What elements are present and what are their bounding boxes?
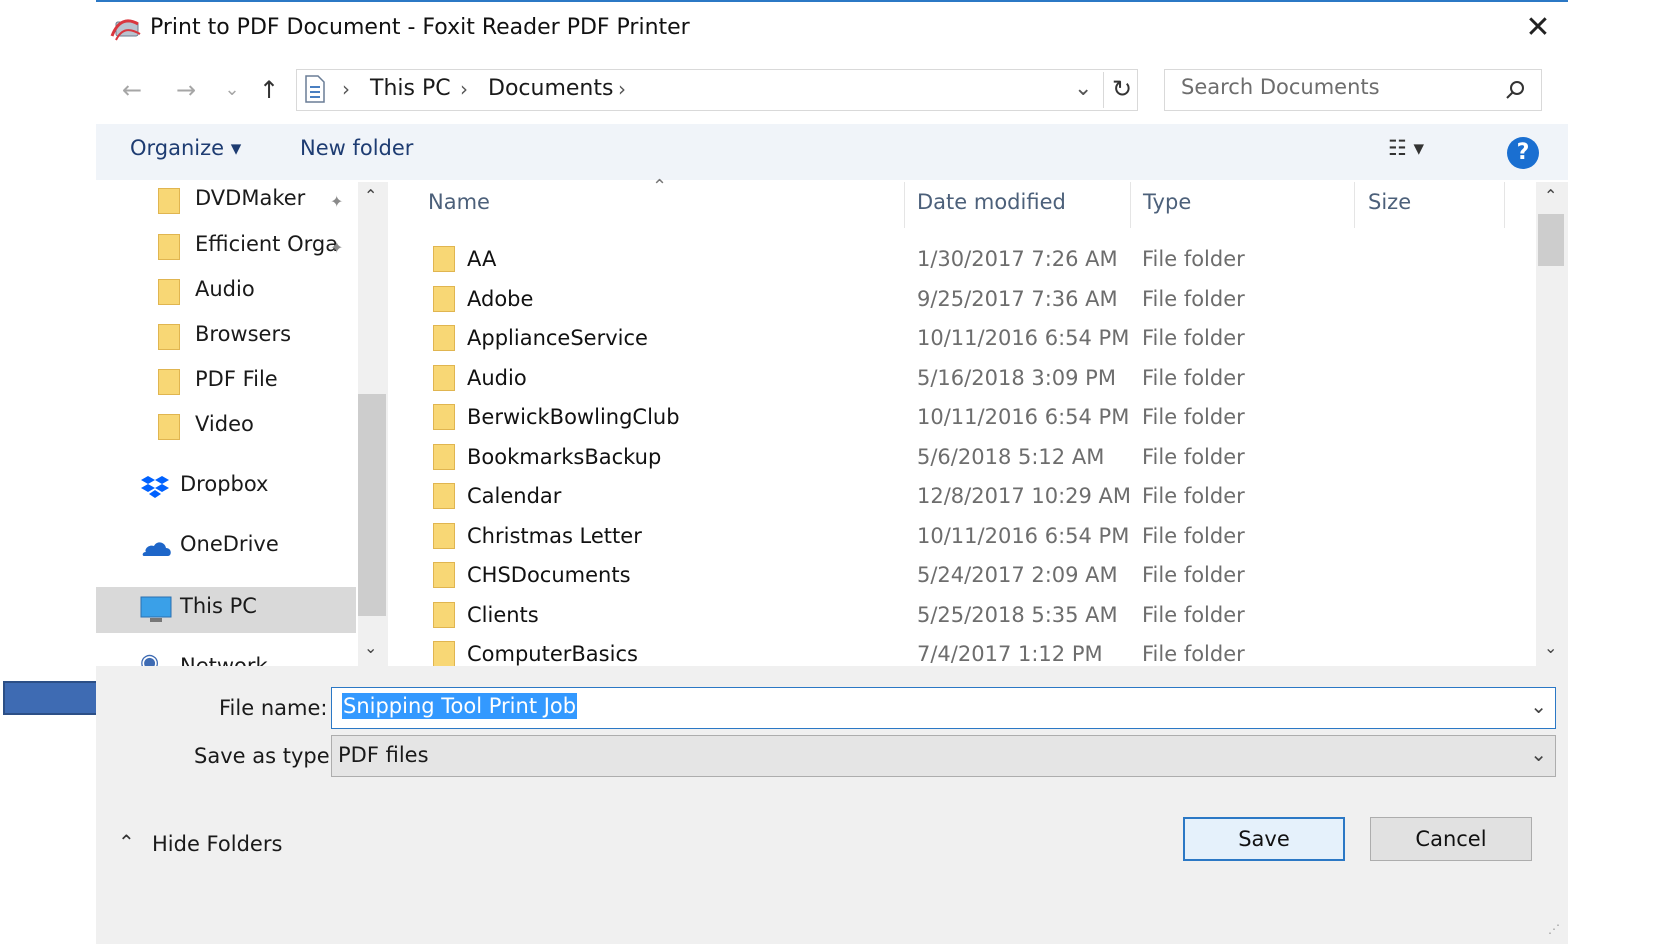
breadcrumb-separator: › <box>342 77 350 101</box>
nav-pane-scrollbar[interactable]: ⌃ ⌄ <box>358 182 388 666</box>
table-row[interactable]: AA 1/30/2017 7:26 AM File folder <box>390 240 1536 280</box>
column-divider[interactable] <box>1504 182 1505 228</box>
breadcrumb-this-pc[interactable]: This PC <box>370 72 451 106</box>
file-list: AA 1/30/2017 7:26 AM File folder Adobe 9… <box>390 240 1536 666</box>
view-options-icon[interactable]: ☷ ▾ <box>1388 136 1424 160</box>
column-header-size[interactable]: Size <box>1368 190 1411 214</box>
folder-icon <box>433 404 455 430</box>
help-icon[interactable]: ? <box>1507 137 1539 169</box>
address-divider <box>1103 72 1104 108</box>
column-header-date-modified[interactable]: Date modified <box>917 190 1066 214</box>
organize-button[interactable]: Organize ▾ <box>130 136 241 160</box>
table-row[interactable]: Calendar 12/8/2017 10:29 AM File folder <box>390 477 1536 517</box>
breadcrumb-separator[interactable]: › <box>618 72 626 106</box>
address-dropdown-icon[interactable]: ⌄ <box>1074 72 1092 106</box>
chevron-down-icon[interactable]: ⌄ <box>1530 742 1547 766</box>
sort-ascending-icon: ⌃ <box>652 176 668 197</box>
computer-icon <box>140 596 172 622</box>
folder-icon <box>158 279 180 305</box>
column-divider[interactable] <box>904 182 905 228</box>
table-row[interactable]: BerwickBowlingClub 10/11/2016 6:54 PM Fi… <box>390 398 1536 438</box>
scroll-down-icon[interactable]: ⌄ <box>1544 638 1557 657</box>
table-row[interactable]: Audio 5/16/2018 3:09 PM File folder <box>390 359 1536 399</box>
save-as-type-label: Save as type: <box>194 744 337 768</box>
folder-icon <box>433 602 455 628</box>
navigation-pane: DVDMaker ✦ Efficient Orga ✦ Audio Browse… <box>96 180 358 668</box>
column-header-type[interactable]: Type <box>1143 190 1191 214</box>
breadcrumb-separator: › <box>460 77 468 101</box>
pin-icon[interactable]: ✦ <box>330 238 343 257</box>
back-button[interactable]: ← <box>116 72 148 108</box>
new-folder-button[interactable]: New folder <box>300 136 413 160</box>
folder-icon <box>433 562 455 588</box>
chevron-down-icon[interactable]: ⌄ <box>1530 694 1547 718</box>
folder-icon <box>158 414 180 440</box>
file-name-field[interactable]: Snipping Tool Print Job ⌄ <box>331 687 1556 729</box>
folder-icon <box>158 324 180 350</box>
window-title: Print to PDF Document - Foxit Reader PDF… <box>150 15 690 40</box>
table-row[interactable]: CHSDocuments 5/24/2017 2:09 AM File fold… <box>390 556 1536 596</box>
scroll-down-icon[interactable]: ⌄ <box>364 638 377 657</box>
folder-icon <box>433 444 455 470</box>
file-name-label: File name: <box>219 696 328 720</box>
cancel-button[interactable]: Cancel <box>1370 817 1532 861</box>
scroll-up-icon[interactable]: ⌃ <box>364 186 377 205</box>
folder-icon <box>433 365 455 391</box>
table-row[interactable]: BookmarksBackup 5/6/2018 5:12 AM File fo… <box>390 438 1536 478</box>
hide-folders-button[interactable]: Hide Folders <box>152 832 282 856</box>
table-row[interactable]: ComputerBasics 7/4/2017 1:12 PM File fol… <box>390 635 1536 666</box>
resize-grip-icon[interactable]: ⋰ <box>1548 922 1560 936</box>
table-row[interactable]: Christmas Letter 10/11/2016 6:54 PM File… <box>390 517 1536 557</box>
folder-icon <box>433 523 455 549</box>
folder-icon <box>158 234 180 260</box>
scrollbar-thumb[interactable] <box>358 394 386 616</box>
folder-icon <box>433 246 455 272</box>
close-icon[interactable]: ✕ <box>1520 10 1556 46</box>
scrollbar-thumb[interactable] <box>1538 214 1564 266</box>
folder-icon <box>433 641 455 666</box>
search-input[interactable]: Search Documents <box>1181 75 1380 99</box>
column-header-name[interactable]: Name <box>428 190 490 214</box>
column-divider[interactable] <box>1130 182 1131 228</box>
chevron-up-icon[interactable]: ⌃ <box>118 830 135 854</box>
file-name-input[interactable]: Snipping Tool Print Job <box>342 693 578 719</box>
save-as-type-value: PDF files <box>338 743 429 767</box>
document-icon <box>305 75 325 103</box>
file-list-scrollbar[interactable]: ⌃ ⌄ <box>1536 182 1568 666</box>
folder-icon <box>433 286 455 312</box>
folder-icon <box>158 369 180 395</box>
forward-button[interactable]: → <box>170 72 202 108</box>
folder-icon <box>433 325 455 351</box>
table-row[interactable]: Clients 5/25/2018 5:35 AM File folder <box>390 596 1536 636</box>
breadcrumb-documents[interactable]: Documents <box>488 72 613 106</box>
scroll-up-icon[interactable]: ⌃ <box>1544 186 1557 205</box>
save-as-type-select[interactable]: PDF files ⌄ <box>331 735 1556 777</box>
table-row[interactable]: Adobe 9/25/2017 7:36 AM File folder <box>390 280 1536 320</box>
refresh-icon[interactable]: ↻ <box>1112 72 1132 106</box>
folder-icon <box>158 188 180 214</box>
onedrive-icon <box>142 542 171 556</box>
up-button[interactable]: ↑ <box>254 72 284 108</box>
dropbox-icon <box>141 476 169 498</box>
search-icon[interactable] <box>1504 78 1528 102</box>
folder-icon <box>433 483 455 509</box>
column-divider[interactable] <box>1354 182 1355 228</box>
pin-icon[interactable]: ✦ <box>330 192 343 211</box>
foxit-printer-icon <box>110 19 141 41</box>
save-button[interactable]: Save <box>1183 817 1345 861</box>
recent-locations-button[interactable]: ⌄ <box>220 72 244 108</box>
table-row[interactable]: ApplianceService 10/11/2016 6:54 PM File… <box>390 319 1536 359</box>
